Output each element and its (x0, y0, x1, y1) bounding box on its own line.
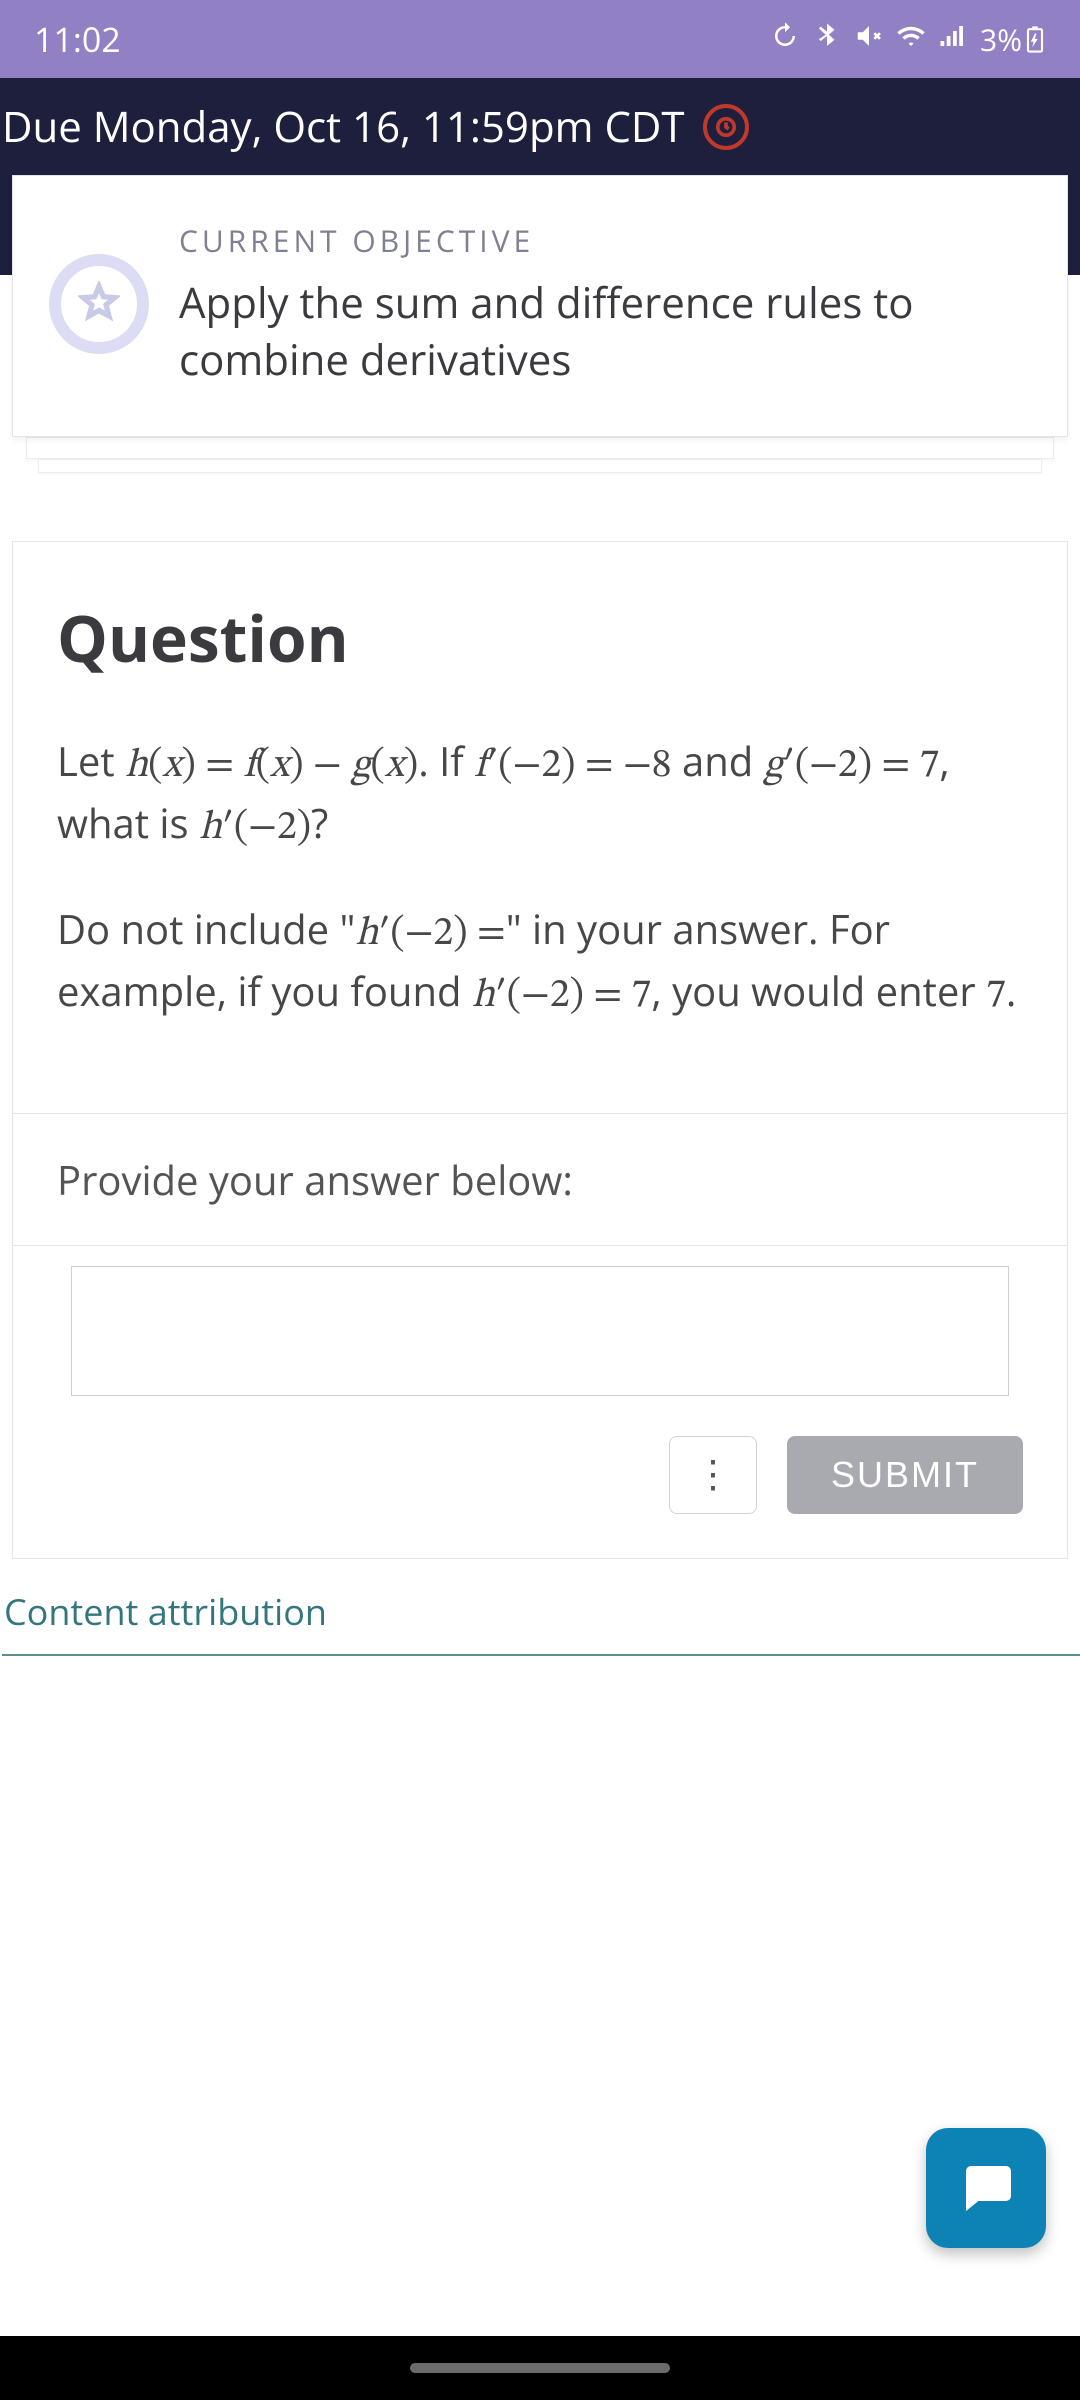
card-stack-shadow (26, 437, 1054, 459)
question-instructions: Do not include "h′(−2) =" in your answer… (57, 901, 1023, 1025)
mute-icon (854, 19, 884, 60)
objective-card: CURRENT OBJECTIVE Apply the sum and diff… (12, 175, 1068, 437)
objective-label: CURRENT OBJECTIVE (179, 220, 1031, 261)
status-bar: 11:02 3% (0, 0, 1080, 78)
answer-label: Provide your answer below: (13, 1114, 1067, 1245)
signal-icon (938, 19, 968, 60)
answer-input[interactable] (71, 1266, 1009, 1396)
battery-percent: 3% (980, 19, 1022, 60)
question-statement: Let h(x) = f(x) − g(x). If f′(−2) = −8 a… (57, 733, 1023, 857)
wifi-icon (896, 19, 926, 60)
status-time: 11:02 (34, 16, 121, 62)
card-stack-shadow (38, 459, 1042, 473)
question-heading: Question (57, 594, 1023, 681)
more-options-button[interactable]: ⋮ (669, 1436, 757, 1514)
star-badge (49, 254, 149, 354)
android-nav-bar (0, 2336, 1080, 2400)
clock-icon (703, 104, 749, 150)
bluetooth-icon (812, 19, 842, 60)
nav-pill[interactable] (410, 2363, 670, 2373)
due-text: Due Monday, Oct 16, 11:59pm CDT (2, 98, 685, 155)
status-icons: 3% (770, 19, 1044, 60)
objective-title: Apply the sum and difference rules to co… (179, 275, 1031, 388)
submit-button[interactable]: SUBMIT (787, 1436, 1023, 1514)
battery-indicator: 3% (980, 19, 1044, 60)
star-icon (78, 281, 120, 328)
chat-icon (956, 2156, 1016, 2221)
chat-button[interactable] (926, 2128, 1046, 2248)
rotate-lock-icon (770, 19, 800, 60)
content-attribution-link[interactable]: Content attribution (2, 1569, 1080, 1656)
question-card: Question Let h(x) = f(x) − g(x). If f′(−… (12, 541, 1068, 1558)
